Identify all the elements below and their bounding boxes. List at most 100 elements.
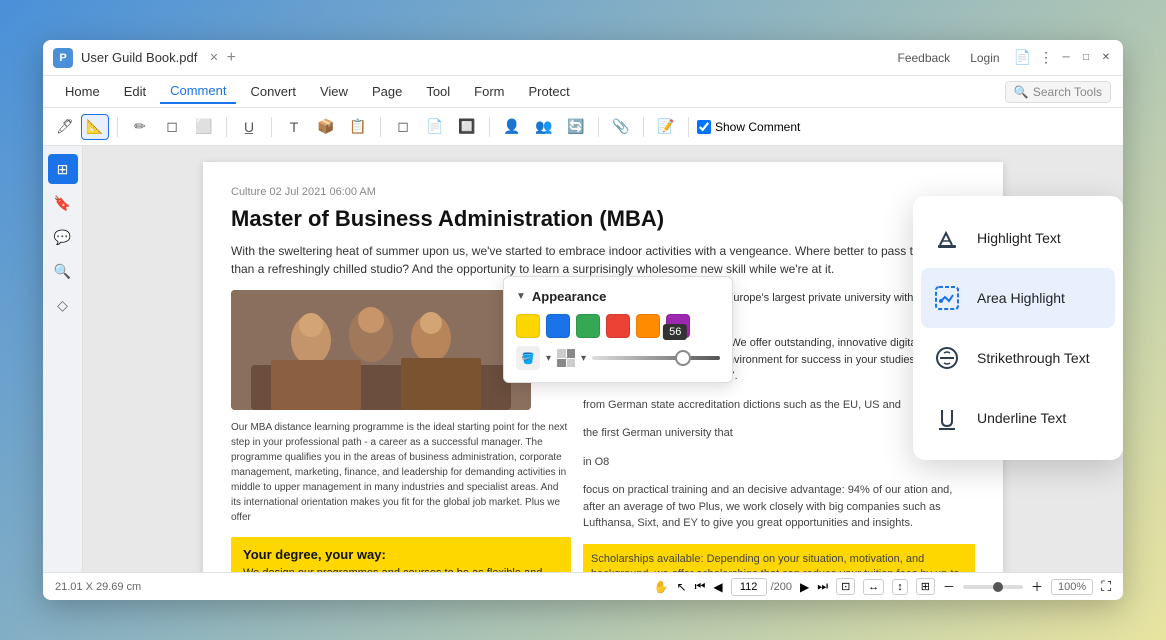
show-comment-checkbox[interactable] bbox=[697, 120, 711, 134]
prev-page-btn[interactable]: ◀ bbox=[713, 580, 722, 594]
color-green[interactable] bbox=[576, 314, 600, 338]
highlight-text-icon bbox=[929, 220, 965, 256]
strikethrough-icon bbox=[929, 340, 965, 376]
pencil-btn[interactable]: ✏ bbox=[126, 114, 154, 140]
menu-comment[interactable]: Comment bbox=[160, 79, 236, 104]
expand-icon[interactable]: ▾ bbox=[581, 353, 586, 364]
color-blue[interactable] bbox=[546, 314, 570, 338]
appearance-panel: ▼ Appearance 🪣 ▾ bbox=[503, 276, 733, 383]
menu-page[interactable]: Page bbox=[362, 80, 412, 103]
separator-5 bbox=[489, 117, 490, 137]
area-highlight-btn[interactable]: 📐 bbox=[81, 114, 109, 140]
more-options-icon[interactable]: ⋮ bbox=[1039, 49, 1053, 66]
sidebar-bookmark-btn[interactable]: 🔖 bbox=[48, 188, 78, 218]
underline-item[interactable]: Underline Text bbox=[913, 388, 1123, 448]
hand-tool-btn[interactable]: ✋ bbox=[654, 580, 669, 594]
area-highlight-item[interactable]: Area Highlight bbox=[921, 268, 1115, 328]
color-orange[interactable] bbox=[636, 314, 660, 338]
eraser-btn[interactable]: ◻ bbox=[158, 114, 186, 140]
multi-page-btn[interactable]: ⊞ bbox=[916, 578, 935, 595]
pdf-icon: 📄 bbox=[1014, 49, 1031, 66]
separator-3 bbox=[271, 117, 272, 137]
login-button[interactable]: Login bbox=[964, 49, 1005, 67]
menu-home[interactable]: Home bbox=[55, 80, 110, 103]
menu-form[interactable]: Form bbox=[464, 80, 514, 103]
signature-btn[interactable]: 👤 bbox=[498, 114, 526, 140]
grid-icon[interactable] bbox=[557, 349, 575, 367]
opacity-slider[interactable]: 56 bbox=[592, 346, 720, 370]
strikethrough-item[interactable]: Strikethrough Text bbox=[913, 328, 1123, 388]
shape-btn[interactable]: ⬜ bbox=[190, 114, 218, 140]
text-btn[interactable]: T bbox=[280, 114, 308, 140]
minimize-button[interactable]: ─ bbox=[1059, 51, 1073, 65]
opacity-value: 56 bbox=[663, 324, 687, 340]
people-image bbox=[231, 290, 531, 410]
color-red[interactable] bbox=[606, 314, 630, 338]
right-col-6: focus on practical training and an decis… bbox=[583, 482, 975, 532]
callout-btn[interactable]: 📦 bbox=[312, 114, 340, 140]
separator-1 bbox=[117, 117, 118, 137]
slider-thumb[interactable] bbox=[675, 350, 691, 366]
zoom-level[interactable]: 100% bbox=[1051, 579, 1093, 595]
yellow-box-title: Your degree, your way: bbox=[243, 547, 559, 562]
doc-title: Master of Business Administration (MBA) bbox=[231, 206, 975, 232]
new-tab-button[interactable]: + bbox=[227, 49, 236, 67]
rotate-btn[interactable]: 🔄 bbox=[562, 114, 590, 140]
select-tool-btn[interactable]: ↖ bbox=[677, 580, 687, 594]
line-btn[interactable]: 🔲 bbox=[453, 114, 481, 140]
dimensions-label: 21.01 X 29.69 cm bbox=[55, 581, 141, 593]
zoom-slider[interactable] bbox=[963, 585, 1023, 589]
doc-footer-text: Our MBA distance learning programme is t… bbox=[231, 420, 571, 525]
fit-width-btn[interactable]: ↔ bbox=[863, 579, 884, 595]
sidebar-layers-btn[interactable]: ◇ bbox=[48, 290, 78, 320]
underline-btn[interactable]: U̲ bbox=[235, 114, 263, 140]
next-page-btn[interactable]: ▶ bbox=[800, 580, 809, 594]
feedback-button[interactable]: Feedback bbox=[891, 49, 956, 67]
page-total: /200 bbox=[771, 581, 792, 593]
sidebar-panels-btn[interactable]: ⊞ bbox=[48, 154, 78, 184]
sidebar-search-btn[interactable]: 🔍 bbox=[48, 256, 78, 286]
separator-6 bbox=[598, 117, 599, 137]
highlight-tool-btn[interactable]: 🖊 bbox=[51, 114, 79, 140]
page-number-input[interactable] bbox=[731, 578, 767, 596]
slider-track bbox=[592, 356, 720, 360]
fit-page-btn[interactable]: ⊡ bbox=[836, 578, 855, 595]
color-yellow[interactable] bbox=[516, 314, 540, 338]
menu-view[interactable]: View bbox=[310, 80, 358, 103]
fullscreen-btn[interactable]: ⛶ bbox=[1101, 578, 1111, 595]
note-btn[interactable]: 📝 bbox=[652, 114, 680, 140]
opacity-expand-icon[interactable]: ▾ bbox=[546, 353, 551, 364]
page-nav: /200 bbox=[731, 578, 792, 596]
fill-icon: 🪣 bbox=[516, 346, 540, 370]
fit-height-btn[interactable]: ↕ bbox=[892, 579, 908, 595]
last-page-btn[interactable]: ⏭ bbox=[817, 579, 828, 594]
menu-protect[interactable]: Protect bbox=[519, 80, 580, 103]
sidebar-comment-btn[interactable]: 💬 bbox=[48, 222, 78, 252]
close-window-button[interactable]: ✕ bbox=[1099, 51, 1113, 65]
attach-btn[interactable]: 📄 bbox=[421, 114, 449, 140]
shape-rect-btn[interactable]: ◻ bbox=[389, 114, 417, 140]
separator-2 bbox=[226, 117, 227, 137]
zoom-thumb bbox=[993, 582, 1003, 592]
menu-bar: Home Edit Comment Convert View Page Tool… bbox=[43, 76, 1123, 108]
collapse-icon[interactable]: ▼ bbox=[516, 291, 526, 302]
zoom-in-btn[interactable]: ＋ bbox=[1031, 578, 1043, 595]
attachment-btn[interactable]: 📎 bbox=[607, 114, 635, 140]
window-controls: ─ □ ✕ bbox=[1059, 51, 1113, 65]
maximize-button[interactable]: □ bbox=[1079, 51, 1093, 65]
menu-edit[interactable]: Edit bbox=[114, 80, 156, 103]
stamp-btn[interactable]: 📋 bbox=[344, 114, 372, 140]
doc-image bbox=[231, 290, 531, 410]
signature-group-btn[interactable]: 👥 bbox=[530, 114, 558, 140]
close-tab-button[interactable]: ✕ bbox=[209, 51, 218, 64]
menu-convert[interactable]: Convert bbox=[240, 80, 306, 103]
right-col-highlight: Scholarships available: Depending on you… bbox=[583, 544, 975, 573]
toolbar: 🖊 📐 ✏ ◻ ⬜ U̲ T 📦 📋 ◻ 📄 🔲 👤 👥 🔄 📎 📝 Show … bbox=[43, 108, 1123, 146]
search-tools-input[interactable]: 🔍 Search Tools bbox=[1005, 81, 1111, 103]
color-row bbox=[516, 314, 720, 338]
first-page-btn[interactable]: ⏮ bbox=[695, 579, 706, 594]
show-comment-toggle[interactable]: Show Comment bbox=[697, 120, 800, 134]
zoom-out-btn[interactable]: － bbox=[943, 578, 955, 595]
menu-tool[interactable]: Tool bbox=[416, 80, 460, 103]
highlight-text-item[interactable]: Highlight Text bbox=[913, 208, 1123, 268]
